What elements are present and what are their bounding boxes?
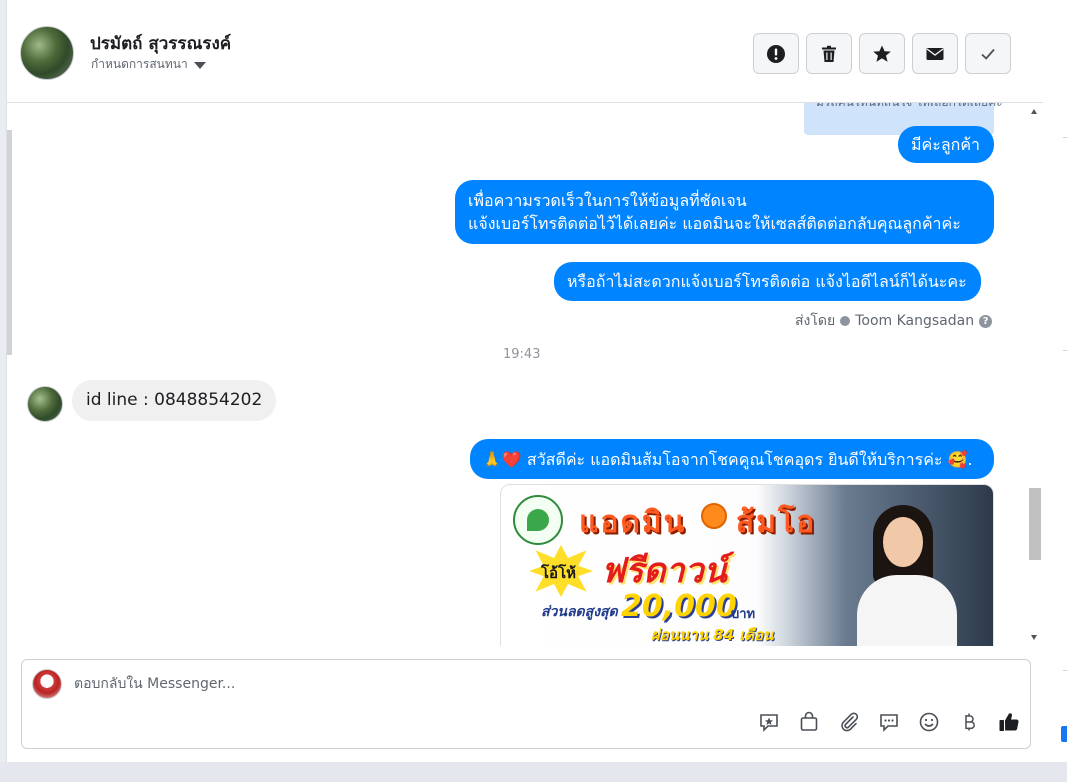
envelope-icon [926,47,944,60]
scroll-down-icon[interactable] [1031,635,1037,640]
header-actions [753,33,1011,74]
composer-toolbar [757,710,1020,733]
orange-fruit-icon [701,503,727,529]
discount-unit: บาท [731,607,756,622]
chat-bubble-icon [879,713,898,732]
paperclip-icon [840,711,858,731]
like-button[interactable] [997,710,1020,733]
star-button[interactable] [859,33,905,74]
discount-label: ส่วนลดสูงสุด [541,604,618,620]
attach-button[interactable] [837,710,860,733]
payment-button[interactable] [957,710,980,733]
right-background [1043,0,1067,782]
reply-composer [21,659,1031,749]
quick-reply-button[interactable] [877,710,900,733]
shop-button[interactable] [797,710,820,733]
help-icon[interactable]: ? [979,314,993,328]
side-tab[interactable] [1061,726,1067,742]
contact-avatar-small [27,386,63,422]
message-line: เพื่อความรวดเร็วในการให้ข้อมูลที่ชัดเจน [468,191,747,210]
sent-by-prefix: ส่งโดย [795,313,836,329]
contact-avatar[interactable] [20,26,74,80]
assign-conversation-dropdown[interactable]: กำหนดการสนทนา [91,55,206,74]
message-thread[interactable]: มีรถคันไหนที่สนใจ ให้เลือกได้เลยค่ะ มีค่… [7,103,1043,646]
message-bubble-outgoing[interactable]: 🙏❤️ สวัสดีค่ะ แอดมินส้มโอจากโชคคูณโชคอุด… [470,439,994,479]
message-bubble-outgoing[interactable]: หรือถ้าไม่สะดวกแจ้งเบอร์โทรติดต่อ แจ้งไอ… [554,262,981,301]
done-button[interactable] [965,33,1011,74]
discount-value: 20,000 [621,589,737,624]
sent-by-label: ส่งโดย Toom Kangsadan ? [795,310,993,332]
thumbs-up-icon [999,712,1019,731]
promo-title: แอดมิน ส้มโอ [579,505,817,540]
reply-input[interactable] [74,672,974,696]
verified-icon [840,316,851,326]
scroll-thumb[interactable] [1029,488,1041,560]
message-bubble-incoming[interactable]: id line : 0848854202 [72,380,277,421]
timestamp: 19:43 [503,347,541,362]
presenter-photo [847,505,967,646]
checkmark-icon [981,48,995,60]
report-button[interactable] [753,33,799,74]
delete-button[interactable] [806,33,852,74]
conversation-panel: ปรมัตถ์ สุวรรณรงค์ กำหนดการสนทนา มีค่ะลู… [6,0,1043,762]
emoji-icon [919,712,938,731]
burst-text: โอ้โห้ [541,564,577,582]
message-bubble-outgoing[interactable]: มีค่ะลูกค้า [898,126,995,163]
sender-name[interactable]: Toom Kangsadan [855,313,974,329]
installment-text: ผ่อนนาน 84 เดือน [651,626,774,644]
bottom-background [0,762,1067,782]
assign-label: กำหนดการสนทนา [91,57,188,71]
conversation-header: ปรมัตถ์ สุวรรณรงค์ กำหนดการสนทนา [7,4,1043,103]
page-avatar [32,669,62,699]
contact-name[interactable]: ปรมัตถ์ สุวรรณรงค์ [90,30,231,57]
mark-unread-button[interactable] [912,33,958,74]
scroll-up-icon[interactable] [1031,109,1037,114]
thread-scrollbar[interactable] [1027,103,1043,646]
shopping-bag-icon [800,711,817,731]
exclamation-circle-icon [767,44,785,63]
emoji-button[interactable] [917,710,940,733]
dealer-logo [513,495,563,545]
message-bubble-outgoing[interactable]: เพื่อความรวดเร็วในการให้ข้อมูลที่ชัดเจน … [455,180,994,244]
message-line: แจ้งเบอร์โทรติดต่อไว้ได้เลยค่ะ แอดมินจะใ… [468,214,961,233]
star-icon [873,45,891,62]
saved-reply-button[interactable] [757,710,780,733]
caret-down-icon [193,62,206,69]
baht-icon [964,713,975,730]
trash-icon [822,45,836,62]
promo-image-attachment[interactable]: แอดมิน ส้มโอ โอ้โห้ ฟรีดาวน์ ส่วนลดสูงสุ… [500,484,994,646]
saved-reply-icon [759,713,778,732]
